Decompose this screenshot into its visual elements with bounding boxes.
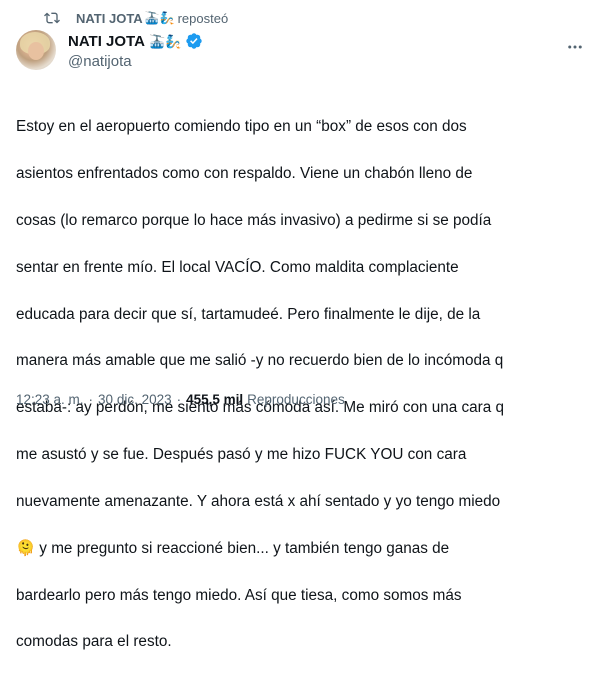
avatar[interactable] xyxy=(16,30,56,70)
repost-context: NATI JOTA 🚠🧞 reposteó xyxy=(44,10,228,26)
tweet-text-line: cosas (lo remarco porque lo hace más inv… xyxy=(16,212,492,230)
repost-user-emojis: 🚠🧞 xyxy=(144,11,175,25)
tweet-text-line: comodas para el resto. xyxy=(16,633,172,651)
repost-user-link[interactable]: NATI JOTA xyxy=(76,11,143,26)
tweet-meta: 12:23 a. m. · 30 dic. 2023 · 455,5 mil R… xyxy=(16,392,345,407)
author-handle[interactable]: @natijota xyxy=(68,53,203,70)
views-count[interactable]: 455,5 mil xyxy=(186,392,243,407)
tweet-text-line: educada para decir que sí, tartamudeé. P… xyxy=(16,305,481,323)
tweet-text-line: me asustó y se fue. Después pasó y me hi… xyxy=(16,446,467,464)
repost-icon xyxy=(44,10,60,26)
meta-separator: · xyxy=(176,392,182,407)
author-display-name[interactable]: NATI JOTA xyxy=(68,33,145,50)
author-block: NATI JOTA 🚠🧞 @natijota xyxy=(68,32,203,70)
repost-verb: reposteó xyxy=(177,10,229,26)
tweet-text-line: asientos enfrentados como con respaldo. … xyxy=(16,165,473,183)
tweet-card[interactable]: NATI JOTA 🚠🧞 reposteó NATI JOTA 🚠🧞 @nati… xyxy=(0,0,608,650)
tweet-time[interactable]: 12:23 a. m. xyxy=(16,392,84,407)
meta-separator: · xyxy=(88,392,94,407)
author-name-emojis: 🚠🧞 xyxy=(148,33,182,49)
tweet-text-line: sentar en frente mío. El local VACÍO. Co… xyxy=(16,258,459,276)
more-dots-icon[interactable] xyxy=(566,38,584,56)
tweet-text: Estoy en el aeropuerto comiendo tipo en … xyxy=(16,92,576,677)
tweet-text-line: manera más amable que me salió -y no rec… xyxy=(16,352,504,370)
verified-badge-icon[interactable] xyxy=(185,32,203,50)
tweet-text-line: nuevamente amenazante. Y ahora está x ah… xyxy=(16,492,501,510)
tweet-date[interactable]: 30 dic. 2023 xyxy=(98,392,172,407)
tweet-text-line: bardearlo pero más tengo miedo. Así que … xyxy=(16,586,462,604)
tweet-text-line: 🫠 y me pregunto si reaccioné bien... y t… xyxy=(16,539,450,557)
tweet-text-line: Estoy en el aeropuerto comiendo tipo en … xyxy=(16,118,467,136)
views-label: Reproducciones xyxy=(247,392,345,407)
